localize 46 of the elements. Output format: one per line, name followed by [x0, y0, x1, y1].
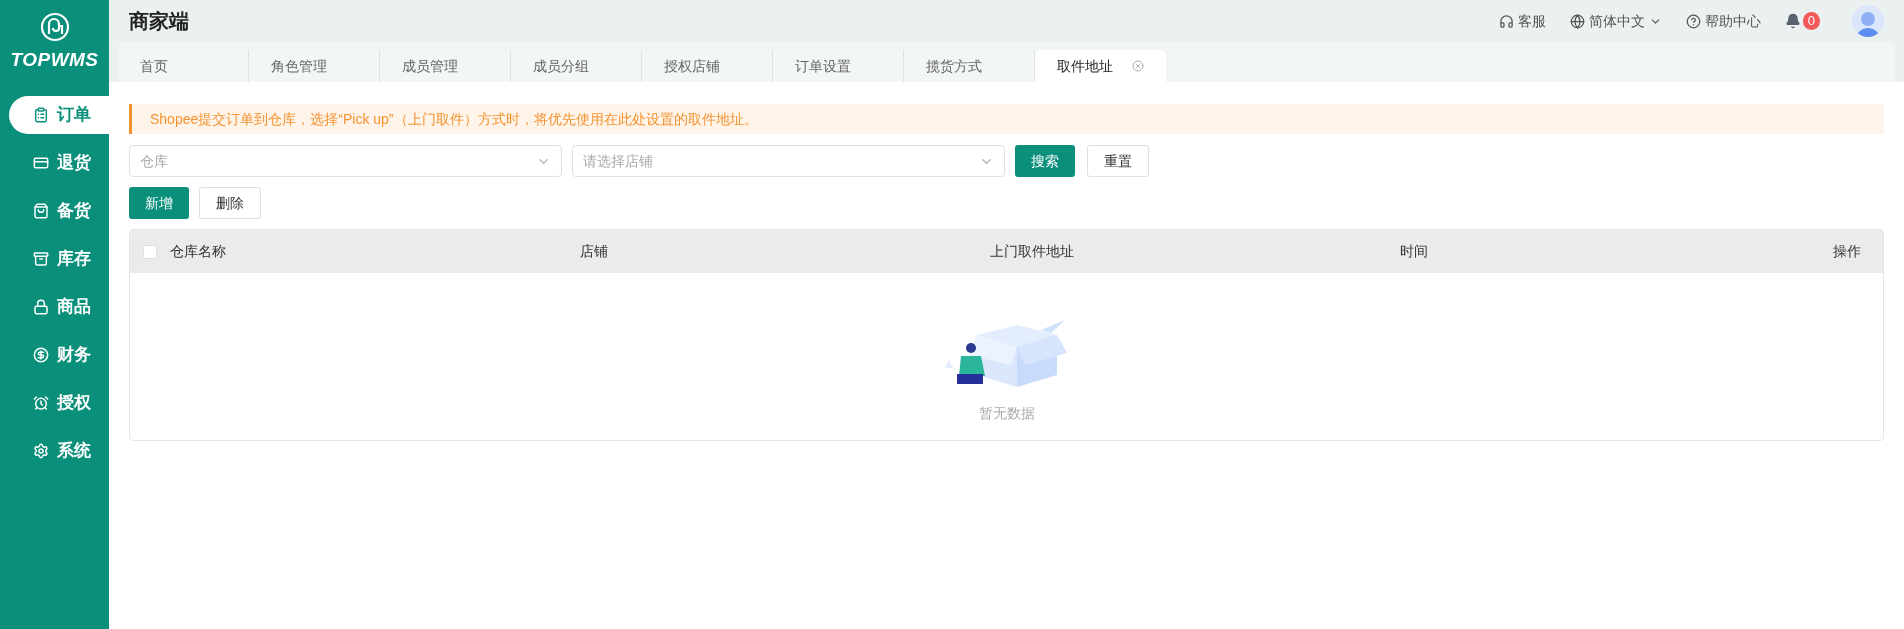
globe-icon [1569, 13, 1585, 29]
alarm-clock-icon [33, 394, 49, 411]
bell-icon[interactable] [1784, 13, 1801, 29]
sidebar-item[interactable]: 商品 [9, 287, 109, 326]
help-icon [1685, 13, 1701, 29]
column-header: 时间 [1400, 243, 1428, 259]
tab[interactable]: 取件地址 [1035, 50, 1166, 82]
add-button[interactable]: 新增 [129, 187, 189, 219]
avatar[interactable] [1852, 5, 1884, 37]
tab[interactable]: 首页 [118, 50, 249, 82]
archive-icon [33, 250, 49, 267]
sidebar-item[interactable]: 订单 [9, 95, 109, 134]
tab[interactable]: 授权店铺 [642, 50, 773, 82]
notification-badge: 0 [1802, 12, 1820, 30]
sidebar-item[interactable]: 财务 [9, 335, 109, 374]
bag-icon [33, 202, 49, 219]
brand-name: TOPWMS [10, 48, 99, 72]
tab[interactable]: 订单设置 [773, 50, 904, 82]
alert-banner: Shopee提交订单到仓库，选择“Pick up”（上门取件）方式时，将优先使用在此处设置的取件地址。 [129, 104, 1884, 134]
column-header: 仓库名称 [170, 243, 226, 259]
help-link[interactable]: 帮助中心 [1685, 10, 1761, 32]
service-link[interactable]: 客服 [1498, 10, 1546, 32]
column-header: 操作 [1833, 243, 1861, 259]
sidebar-item[interactable]: 备货 [9, 191, 109, 230]
search-button[interactable]: 搜索 [1015, 145, 1075, 177]
delete-button[interactable]: 删除 [199, 187, 261, 219]
lock-icon [33, 298, 49, 315]
sidebar-item[interactable]: 退货 [9, 143, 109, 182]
empty-message: 暂无数据 [978, 403, 1035, 423]
sidebar-item[interactable]: 授权 [9, 383, 109, 422]
tab[interactable]: 成员管理 [380, 50, 511, 82]
tab[interactable]: 成员分组 [511, 50, 642, 82]
select-all-checkbox[interactable] [143, 244, 157, 259]
language-selector[interactable]: 简体中文 [1569, 10, 1662, 32]
headset-icon [1498, 13, 1514, 29]
column-header: 上门取件地址 [990, 243, 1074, 259]
column-header: 店铺 [580, 243, 608, 259]
reset-button[interactable]: 重置 [1087, 145, 1149, 177]
close-icon[interactable] [1132, 60, 1144, 72]
gear-icon [33, 442, 49, 459]
sidebar-item[interactable]: 系统 [9, 431, 109, 470]
coin-icon [33, 346, 49, 363]
sidebar-item[interactable]: 库存 [9, 239, 109, 278]
clipboard-icon [33, 106, 49, 123]
tab[interactable]: 角色管理 [249, 50, 380, 82]
page-title: 商家端 [129, 9, 189, 34]
